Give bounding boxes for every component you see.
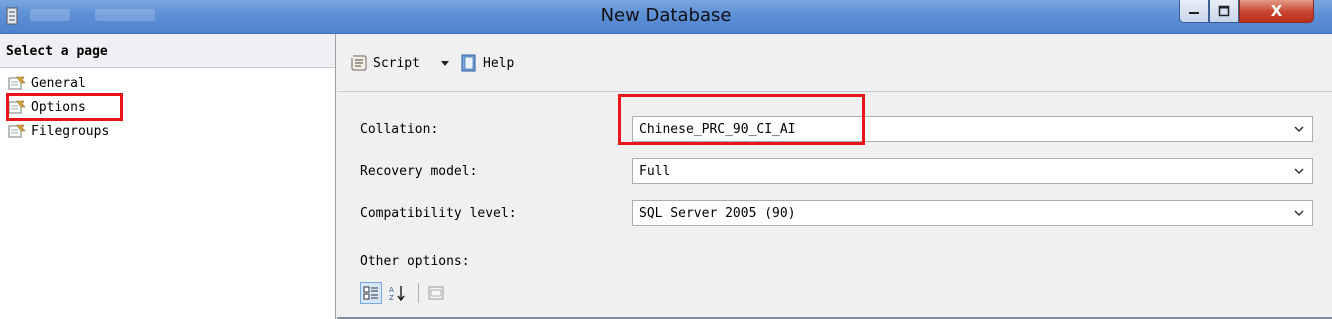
wrench-page-icon — [8, 76, 26, 90]
compatibility-level-value: SQL Server 2005 (90) — [639, 205, 796, 221]
property-pages-button[interactable] — [425, 282, 447, 304]
chevron-down-icon — [1294, 126, 1304, 133]
property-pages-icon — [428, 286, 444, 300]
alphabetical-button[interactable]: A Z — [386, 282, 408, 304]
svg-text:Z: Z — [389, 294, 394, 302]
script-label: Script — [373, 55, 420, 71]
toolbar: Script Help — [337, 34, 1332, 92]
script-scroll-icon — [351, 55, 367, 71]
chevron-down-icon — [441, 61, 449, 66]
close-icon: X — [1270, 2, 1283, 20]
recovery-model-value: Full — [639, 163, 671, 179]
chevron-down-icon — [1294, 168, 1304, 175]
categorized-button[interactable] — [360, 282, 382, 304]
collation-label: Collation: — [360, 122, 439, 137]
minimize-button[interactable] — [1179, 0, 1209, 23]
options-highlight-box — [6, 93, 123, 121]
page-item-label: General — [31, 75, 86, 91]
sort-az-icon: A Z — [389, 286, 405, 302]
wrench-page-icon — [8, 124, 26, 138]
page-item-general[interactable]: General — [8, 74, 86, 92]
options-page: Script Help Collation: Chinese_PRC_90_CI… — [337, 34, 1332, 319]
window-title: New Database — [600, 5, 732, 26]
title-bar: New Database X — [0, 0, 1332, 34]
select-page-header: Select a page — [0, 34, 335, 68]
select-page-panel: Select a page General Options Filegroups — [0, 34, 336, 319]
property-grid-toolbar: A Z — [360, 282, 451, 304]
script-dropdown-button[interactable] — [440, 52, 454, 74]
compatibility-level-label: Compatibility level: — [360, 206, 517, 221]
categorized-icon — [363, 286, 378, 300]
compatibility-level-select[interactable]: SQL Server 2005 (90) — [632, 200, 1313, 226]
maximize-button[interactable] — [1209, 0, 1239, 23]
help-label: Help — [483, 55, 515, 71]
maximize-icon — [1218, 5, 1230, 17]
other-options-label: Other options: — [360, 254, 470, 269]
help-button[interactable]: Help — [459, 52, 514, 74]
toolbar-separator — [418, 283, 419, 303]
help-book-icon — [461, 54, 476, 72]
page-item-filegroups[interactable]: Filegroups — [8, 122, 109, 140]
collation-highlight-box — [618, 94, 865, 145]
recovery-model-label: Recovery model: — [360, 164, 478, 179]
page-item-label: Filegroups — [31, 123, 110, 139]
script-button[interactable]: Script — [349, 52, 420, 74]
chevron-down-icon — [1294, 210, 1304, 217]
minimize-icon — [1189, 12, 1199, 14]
recovery-model-select[interactable]: Full — [632, 158, 1313, 184]
close-button[interactable]: X — [1239, 0, 1314, 23]
svg-text:A: A — [389, 286, 394, 294]
